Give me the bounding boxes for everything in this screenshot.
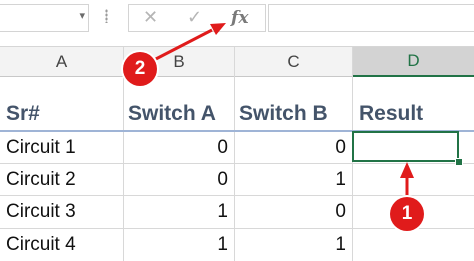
callout-badge-2: 2 [123,52,157,86]
arrow-to-fx-icon [149,23,226,64]
callout-badge-1: 1 [390,197,424,231]
arrow-to-result-cell-icon [400,162,414,198]
